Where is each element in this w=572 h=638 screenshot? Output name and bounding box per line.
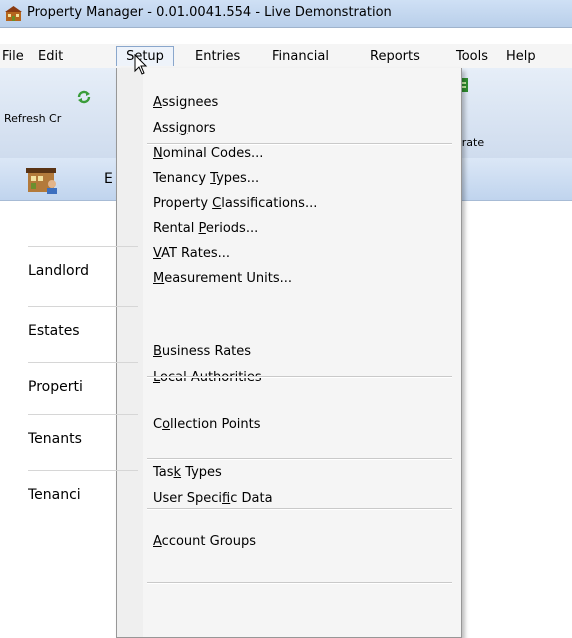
nav-item-3[interactable]: Tenants — [28, 414, 138, 462]
setup-menu-item[interactable]: Local Authorities — [153, 368, 262, 388]
menu-file[interactable]: File — [2, 47, 24, 67]
menu-accelerator: V — [153, 246, 162, 261]
setup-menu-item[interactable]: VAT Rates... — [153, 244, 230, 264]
generate-button[interactable]: erate — [455, 68, 515, 158]
menu-text: Rental — [153, 221, 199, 236]
menu-text: easurement Units... — [164, 271, 293, 286]
menu-text: ypes... — [216, 171, 260, 186]
menu-text: Tenancy — [153, 171, 211, 186]
menu-text: ccount Groups — [161, 534, 256, 549]
setup-menu-item[interactable]: Tenancy Types... — [153, 169, 259, 189]
menu-text: lassifications... — [221, 196, 318, 211]
menu-text: Tas — [153, 465, 174, 480]
menu-text: C — [153, 417, 163, 432]
panel-header-label: E — [104, 171, 113, 187]
menu-text: User Speci — [153, 491, 223, 506]
setup-menu-item[interactable]: Account Groups — [153, 532, 256, 552]
setup-menu-dropdown: Business Details...UsersAssigneesAssigno… — [116, 68, 462, 638]
menu-separator — [147, 508, 452, 510]
menu-separator — [147, 376, 452, 378]
title-bar: Property Manager - 0.01.0041.554 - Live … — [0, 0, 572, 28]
menu-accelerator: N — [153, 146, 163, 161]
menu-text: Types — [181, 465, 222, 480]
window-title: Property Manager - 0.01.0041.554 - Live … — [27, 5, 392, 20]
menu-accelerator: A — [153, 534, 162, 549]
menu-text: usiness Rates — [161, 344, 252, 359]
setup-menu-item[interactable]: Rental Periods... — [153, 219, 258, 239]
setup-menu-item[interactable]: Task Types — [153, 463, 222, 483]
menu-reports[interactable]: Reports — [370, 47, 420, 67]
menu-accelerator: k — [173, 465, 182, 480]
menu-accelerator: M — [153, 271, 165, 286]
refresh-icon — [77, 90, 91, 104]
menu-text: eriods... — [205, 221, 259, 236]
menu-accelerator: P — [198, 221, 206, 236]
setup-menu-item[interactable]: User Specific Data — [153, 489, 273, 509]
nav-item-2[interactable]: Properti — [28, 362, 138, 410]
menu-bar: File Edit Setup Entries Financial Reports Tool… — [0, 44, 572, 69]
setup-menu-item[interactable]: Measurement Units... — [153, 269, 292, 289]
setup-menu-item[interactable]: Assignors — [153, 119, 216, 139]
menu-text: AT Rates... — [161, 246, 230, 261]
menu-accelerator: o — [162, 417, 171, 432]
nav-item-0[interactable]: Landlord — [28, 246, 138, 294]
menu-text: llection Points — [170, 417, 261, 432]
property-manager-icon — [5, 6, 22, 21]
nav-item-4[interactable]: Tenanci — [28, 470, 138, 518]
menu-text: nors — [187, 121, 216, 136]
menu-separator — [147, 458, 452, 460]
menu-entries[interactable]: Entries — [195, 47, 240, 67]
refresh-label: Refresh Cr — [4, 112, 62, 125]
menu-accelerator: B — [153, 344, 162, 359]
menu-text: Property — [153, 196, 213, 211]
menu-accelerator: f — [222, 491, 231, 506]
setup-menu-item[interactable]: Business Rates — [153, 342, 251, 362]
menu-accelerator: A — [153, 95, 162, 110]
menu-text: ic Data — [230, 491, 273, 506]
nav-item-1[interactable]: Estates — [28, 306, 138, 354]
mouse-pointer-icon — [134, 54, 148, 75]
setup-menu-item[interactable]: Assignees — [153, 93, 218, 113]
menu-separator — [147, 143, 452, 145]
menu-separator — [147, 582, 452, 584]
setup-menu-item[interactable]: Collection Points — [153, 415, 261, 435]
menu-text: Assi — [153, 121, 180, 136]
menu-text: ominal Codes... — [162, 146, 264, 161]
landlord-house-icon — [26, 168, 57, 194]
menu-edit[interactable]: Edit — [38, 47, 63, 67]
menu-help[interactable]: Help — [506, 47, 536, 67]
refresh-button[interactable]: Refresh Cr — [0, 68, 110, 158]
menu-accelerator: C — [212, 196, 222, 211]
setup-menu-item[interactable]: Nominal Codes... — [153, 144, 263, 164]
setup-menu-item[interactable]: Property Classifications... — [153, 194, 317, 214]
menu-tools[interactable]: Tools — [456, 47, 488, 67]
menu-text: ssignees — [161, 95, 219, 110]
menu-financial[interactable]: Financial — [272, 47, 329, 67]
